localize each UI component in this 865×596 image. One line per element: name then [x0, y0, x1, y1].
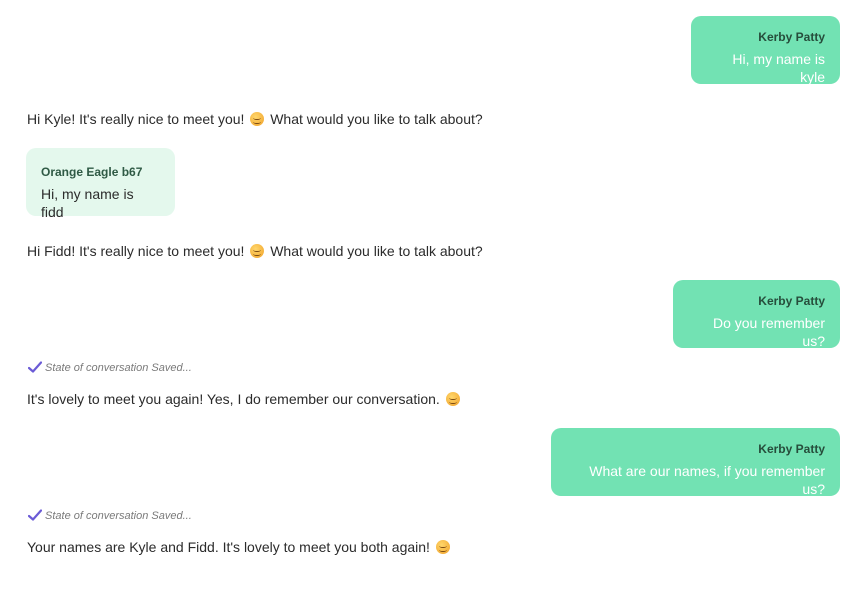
status-text: State of conversation Saved...	[45, 362, 192, 374]
reply-text-continued: What would you like to talk about?	[270, 111, 483, 127]
reply-text-continued: What would you like to talk about?	[270, 243, 483, 259]
checkmark-icon	[28, 509, 42, 521]
chat-transcript: Kerby Patty Hi, my name is kyle Hi Kyle!…	[0, 0, 865, 596]
smiling-face-icon	[435, 540, 450, 554]
message-text: Hi, my name is kyle	[732, 51, 825, 85]
smiling-face-icon	[445, 392, 460, 406]
checkmark-icon	[28, 361, 42, 373]
user-message-bubble: Kerby Patty What are our names, if you r…	[551, 428, 840, 497]
message-text: What are our names, if you remember us?	[589, 463, 825, 497]
assistant-reply: Your names are Kyle and Fidd. It's lovel…	[27, 538, 452, 556]
save-status: State of conversation Saved...	[28, 361, 192, 375]
reply-text: It's lovely to meet you again! Yes, I do…	[27, 391, 440, 407]
status-text: State of conversation Saved...	[45, 510, 192, 522]
smiling-face-icon	[250, 244, 265, 258]
assistant-reply: Hi Fidd! It's really nice to meet you! W…	[27, 242, 483, 260]
message-author: Orange Eagle b67	[41, 165, 143, 179]
smiling-face-icon	[250, 112, 265, 126]
assistant-reply: It's lovely to meet you again! Yes, I do…	[27, 390, 462, 408]
message-author: Kerby Patty	[758, 442, 825, 456]
message-text: Do you remember us?	[712, 315, 825, 349]
reply-text: Your names are Kyle and Fidd. It's lovel…	[27, 539, 430, 555]
user-message-bubble: Kerby Patty Do you remember us?	[673, 280, 840, 349]
message-text: Hi, my name is fidd	[41, 186, 134, 220]
message-author: Kerby Patty	[758, 30, 825, 44]
reply-text: Hi Kyle! It's really nice to meet you!	[27, 111, 245, 127]
user-message-bubble: Kerby Patty Hi, my name is kyle	[691, 16, 840, 85]
message-author: Kerby Patty	[758, 294, 825, 308]
reply-text: Hi Fidd! It's really nice to meet you!	[27, 243, 245, 259]
save-status: State of conversation Saved...	[28, 509, 192, 523]
assistant-reply: Hi Kyle! It's really nice to meet you! W…	[27, 110, 483, 128]
other-user-message-bubble: Orange Eagle b67 Hi, my name is fidd	[26, 148, 175, 220]
